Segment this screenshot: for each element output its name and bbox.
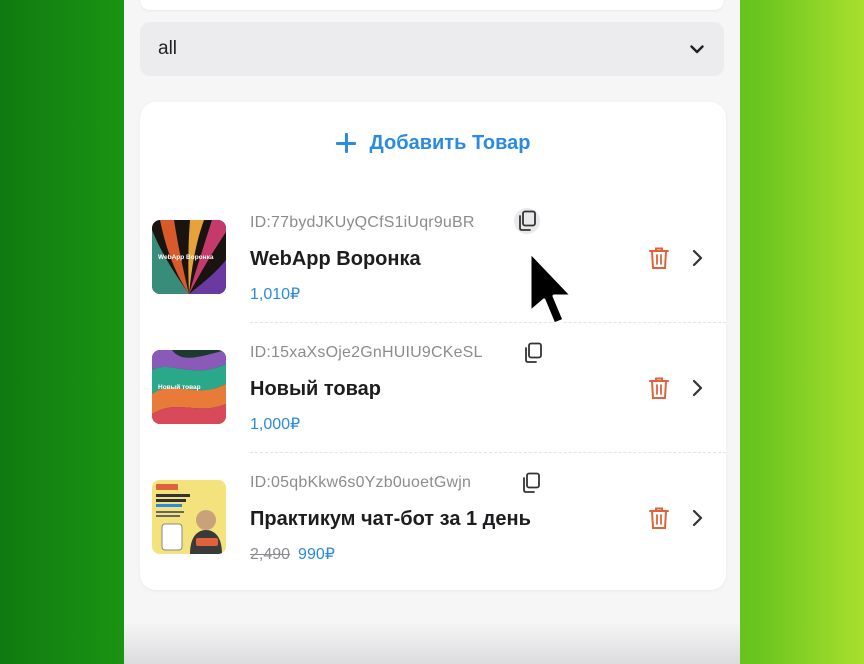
product-title: Новый товар [250, 378, 382, 400]
thumbnail-caption: Новый товар [158, 384, 201, 391]
search-field[interactable] [140, 0, 724, 10]
product-row[interactable]: ID:05qbKkw6s0Yzb0uoetGwjn Практикум чат-… [140, 458, 726, 586]
chevron-right-icon[interactable] [690, 509, 704, 527]
chevron-right-icon[interactable] [690, 379, 704, 397]
thumbnail-caption: WebApp Воронка [158, 254, 214, 261]
trash-icon[interactable] [648, 246, 670, 270]
product-thumbnail: Новый товар [152, 350, 226, 424]
trash-icon[interactable] [648, 506, 670, 530]
chevron-right-icon[interactable] [690, 249, 704, 267]
row-divider [250, 452, 726, 453]
product-id: ID:77bydJKUyQCfS1iUqr9uBR [250, 214, 475, 231]
product-price: 1,010₽ [250, 284, 300, 304]
trash-icon[interactable] [648, 376, 670, 400]
category-select-value: all [158, 38, 178, 59]
add-product-button[interactable]: Добавить Товар [140, 124, 726, 162]
products-card: Добавить Товар WebApp Воронка ID:77bydJK… [140, 102, 726, 590]
background-left [0, 0, 124, 664]
plus-icon [335, 133, 356, 153]
chevron-down-icon [688, 40, 706, 58]
product-row[interactable]: Новый товар ID:15xaXsOje2GnHUIU9CKeSL Но… [140, 328, 726, 456]
product-price: 1,000₽ [250, 414, 300, 434]
add-product-label: Добавить Товар [369, 131, 531, 154]
product-row[interactable]: WebApp Воронка ID:77bydJKUyQCfS1iUqr9uBR… [140, 198, 726, 326]
product-title: Практикум чат-бот за 1 день [250, 508, 531, 530]
bottom-bar [124, 622, 740, 664]
product-old-price: 2,490 [250, 546, 291, 563]
cursor-arrow-icon [528, 250, 572, 326]
product-price: 2,490 990₽ [250, 544, 335, 564]
product-id: ID:05qbKkw6s0Yzb0uoetGwjn [250, 474, 472, 491]
product-thumbnail: WebApp Воронка [152, 220, 226, 294]
copy-icon[interactable] [518, 470, 544, 496]
product-thumbnail [152, 480, 226, 554]
copy-icon[interactable] [520, 340, 546, 366]
product-price-value: 1,010₽ [250, 286, 301, 303]
copy-icon[interactable] [514, 208, 540, 234]
product-title: WebApp Воронка [250, 248, 421, 270]
product-price-value: 990₽ [298, 546, 335, 563]
category-select[interactable]: all [140, 22, 724, 76]
row-divider [250, 322, 726, 323]
product-price-value: 1,000₽ [250, 416, 301, 433]
product-id: ID:15xaXsOje2GnHUIU9CKeSL [250, 344, 483, 361]
app-screen: all Добавить Товар WebApp Воронка ID:77b… [124, 0, 740, 664]
